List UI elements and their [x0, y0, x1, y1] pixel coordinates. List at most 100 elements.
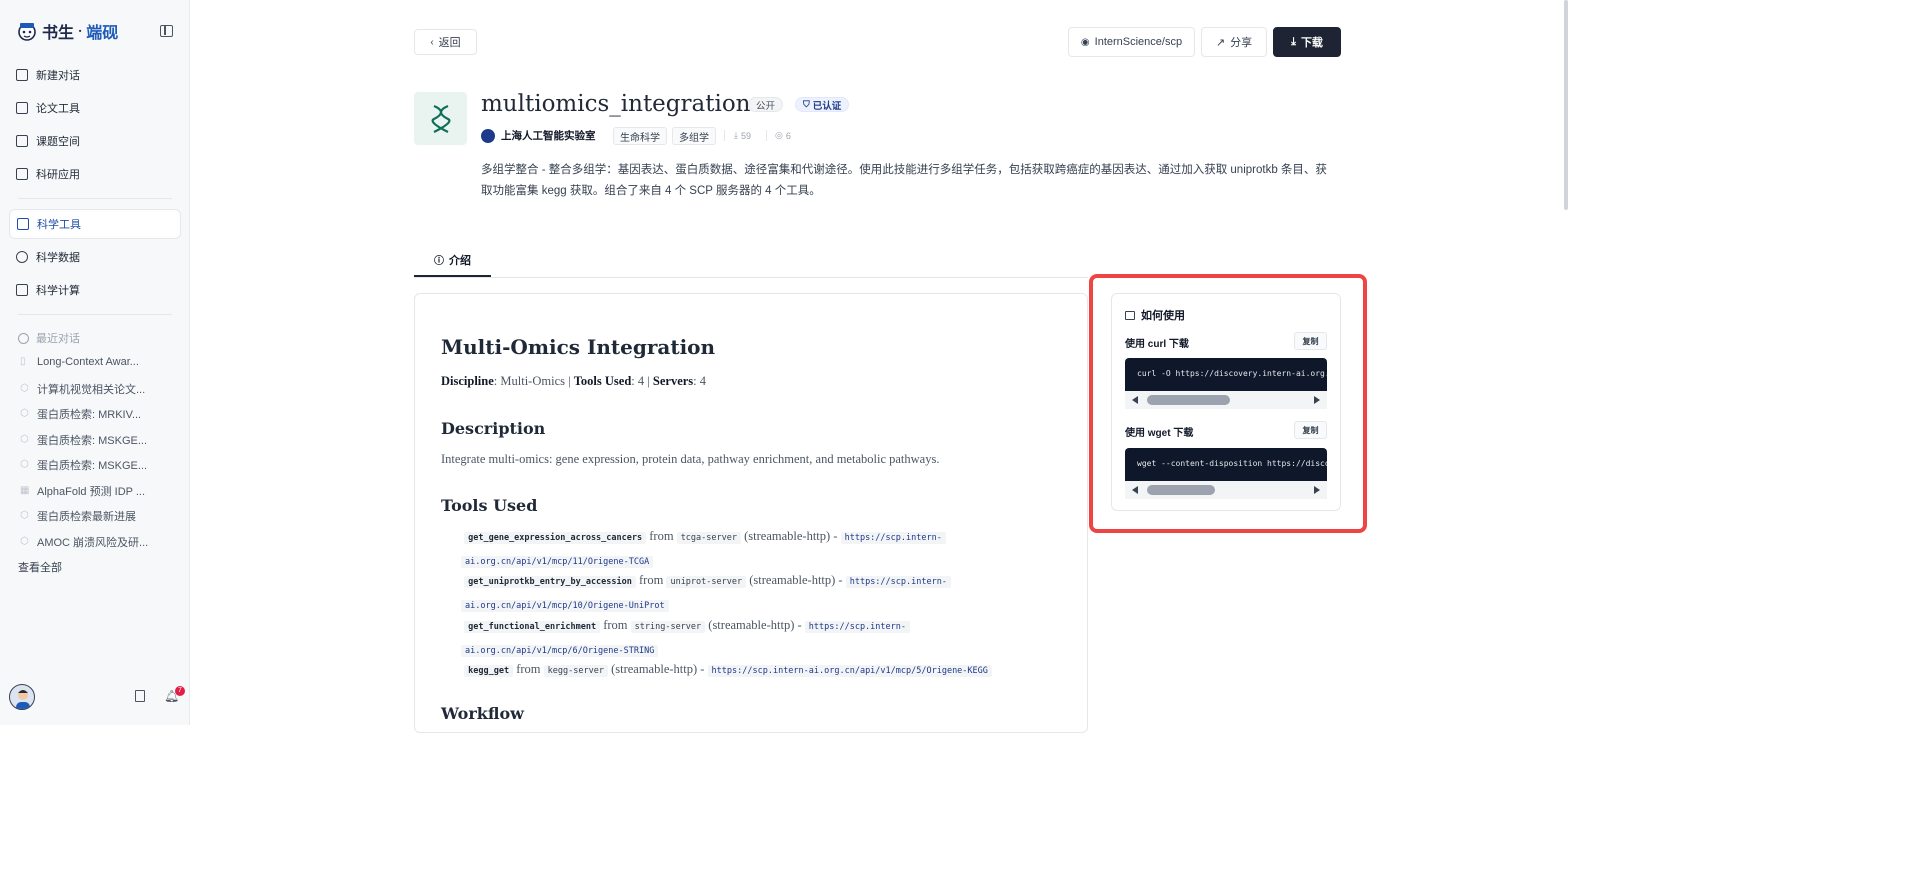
- hexagon-icon: ⬡: [20, 536, 29, 547]
- tool-url[interactable]: https://scp.intern-ai.org.cn/api/v1/mcp/…: [707, 665, 992, 677]
- nav-science-tools[interactable]: 科学工具: [9, 209, 181, 239]
- document-icon[interactable]: [135, 690, 145, 702]
- eye-icon: ◎: [775, 130, 783, 140]
- mascot-logo-icon: [18, 23, 36, 41]
- recent-item[interactable]: ⬡ 蛋白质检索最新进展: [20, 508, 180, 524]
- readme-title: Multi-Omics Integration: [441, 335, 716, 359]
- meta-key: Servers: [652, 374, 694, 388]
- tool-url[interactable]: https://scp.intern-: [804, 621, 910, 633]
- curl-scrollbar[interactable]: [1125, 391, 1327, 409]
- verified-label: 已认证: [812, 100, 842, 112]
- tools-heading: Tools Used: [441, 496, 538, 515]
- recent-label: 计算机视觉相关论文...: [37, 384, 146, 396]
- share-label: 分享: [1230, 37, 1253, 49]
- tag-multi-omics[interactable]: 多组学: [672, 127, 716, 145]
- tag-life-science[interactable]: 生命科学: [613, 127, 667, 145]
- scroll-left-arrow-icon[interactable]: [1132, 396, 1138, 404]
- books-icon: [16, 135, 28, 147]
- recent-item[interactable]: ⬡ AMOC 崩溃风险及研...: [20, 534, 180, 550]
- nav-research-apps[interactable]: 科研应用: [9, 159, 181, 189]
- shield-check-icon: ⛉: [803, 99, 810, 109]
- skill-title: multiomics_integration: [481, 91, 751, 117]
- wget-command[interactable]: wget --content-disposition https://disco…: [1125, 448, 1327, 481]
- tool-function: kegg_get: [464, 665, 514, 677]
- nav-topic-space[interactable]: 课题空间: [9, 126, 181, 156]
- see-all-link[interactable]: 查看全部: [18, 559, 62, 575]
- recent-item[interactable]: ⬡ 蛋白质检索: MRKIV...: [20, 406, 180, 422]
- description-text: Integrate multi-omics: gene expression, …: [441, 452, 940, 466]
- sidebar-toggle-icon[interactable]: [160, 25, 173, 37]
- downloads-count: 59: [740, 130, 751, 141]
- nav-science-data[interactable]: 科学数据: [9, 242, 181, 272]
- nav-paper-tools[interactable]: 论文工具: [9, 93, 181, 123]
- tab-intro-label: 介绍: [449, 254, 471, 267]
- workflow-heading: Workflow: [441, 704, 524, 723]
- recent-item[interactable]: ▦ AlphaFold 预测 IDP ...: [20, 483, 180, 499]
- recent-item[interactable]: ▯ Long-Context Awar...: [20, 356, 180, 368]
- github-repo-button[interactable]: ◉ InternScience/scp: [1068, 27, 1195, 57]
- hexagon-icon: ⬡: [20, 510, 29, 521]
- description-heading: Description: [441, 419, 546, 438]
- tool-item: get_uniprotkb_entry_by_accession from un…: [461, 569, 1001, 617]
- recent-label: 蛋白质检索: MSKGE...: [37, 460, 148, 472]
- readme-meta: Discipline: Multi-Omics | Tools Used: 4 …: [441, 374, 706, 389]
- wget-scrollbar[interactable]: [1125, 481, 1327, 499]
- curl-command[interactable]: curl -O https://discovery.intern-ai.org.…: [1125, 358, 1327, 391]
- nav-label: 课题空间: [36, 136, 80, 148]
- recent-item[interactable]: ⬡ 蛋白质检索: MSKGE...: [20, 457, 180, 473]
- nav-science-compute[interactable]: 科学计算: [9, 275, 181, 305]
- back-button[interactable]: ‹ 返回: [414, 29, 477, 55]
- logo[interactable]: 书生 · 端砚: [16, 19, 118, 43]
- scroll-left-arrow-icon[interactable]: [1132, 486, 1138, 494]
- from-word: from: [516, 662, 541, 676]
- tool-url-cont[interactable]: ai.org.cn/api/v1/mcp/10/Origene-UniProt: [461, 600, 669, 612]
- info-icon: ⓘ: [434, 256, 444, 267]
- tool-url-cont[interactable]: ai.org.cn/api/v1/mcp/6/Origene-STRING: [461, 645, 659, 657]
- nav-label: 科学数据: [36, 252, 80, 264]
- verified-badge: ⛉ 已认证: [795, 97, 850, 112]
- toolbox-icon: [17, 218, 29, 230]
- nav-new-chat[interactable]: 新建对话: [9, 60, 181, 90]
- tool-protocol: (streamable-http) -: [749, 573, 843, 587]
- download-button[interactable]: ⤓ 下载: [1273, 27, 1341, 57]
- recent-item[interactable]: ⬡ 蛋白质检索: MSKGE...: [20, 432, 180, 448]
- recent-label: AlphaFold 预测 IDP ...: [37, 486, 146, 498]
- tool-url[interactable]: https://scp.intern-: [845, 576, 951, 588]
- meta-value: : 4 |: [631, 374, 653, 388]
- organization[interactable]: 上海人工智能实验室: [481, 128, 596, 143]
- recent-item[interactable]: ⬡ 计算机视觉相关论文...: [20, 381, 180, 397]
- avatar-icon: [16, 690, 30, 709]
- scroll-thumb[interactable]: [1147, 485, 1215, 495]
- visibility-badge: 公开: [748, 97, 784, 112]
- recent-header: 最近对话: [18, 330, 80, 346]
- scroll-thumb[interactable]: [1147, 395, 1230, 405]
- tool-function: get_functional_enrichment: [464, 621, 601, 633]
- tool-function: get_uniprotkb_entry_by_accession: [464, 576, 636, 588]
- org-logo-icon: [481, 128, 495, 143]
- copy-wget-button[interactable]: 复制: [1294, 421, 1327, 439]
- copy-curl-button[interactable]: 复制: [1294, 332, 1327, 350]
- image-icon: [1125, 310, 1135, 320]
- separator: [724, 130, 725, 141]
- tab-intro[interactable]: ⓘ 介绍: [414, 244, 491, 277]
- notification-badge: 7: [175, 686, 185, 696]
- logo-text-2: 端砚: [86, 23, 119, 42]
- download-count-icon: ⤓: [734, 130, 738, 140]
- database-icon: [16, 251, 28, 263]
- tool-item: get_gene_expression_across_cancers from …: [461, 525, 1001, 573]
- tool-url-cont[interactable]: ai.org.cn/api/v1/mcp/11/Origene-TCGA: [461, 556, 654, 568]
- tool-function: get_gene_expression_across_cancers: [464, 532, 647, 544]
- recent-label: Long-Context Awar...: [37, 356, 139, 368]
- tool-protocol: (streamable-http) -: [744, 529, 838, 543]
- scroll-right-arrow-icon[interactable]: [1314, 396, 1320, 404]
- hexagon-icon: ⬡: [20, 434, 29, 445]
- nav-label: 科学计算: [36, 285, 80, 297]
- avatar[interactable]: [9, 684, 35, 710]
- download-icon: ⤓: [1291, 35, 1296, 48]
- share-button[interactable]: ↗ 分享: [1201, 27, 1267, 57]
- hexagon-icon: ⬡: [20, 408, 29, 419]
- scroll-right-arrow-icon[interactable]: [1314, 486, 1320, 494]
- page-scrollbar[interactable]: [1564, 0, 1568, 210]
- grid-icon: ▦: [20, 485, 30, 496]
- tool-url[interactable]: https://scp.intern-: [840, 532, 946, 544]
